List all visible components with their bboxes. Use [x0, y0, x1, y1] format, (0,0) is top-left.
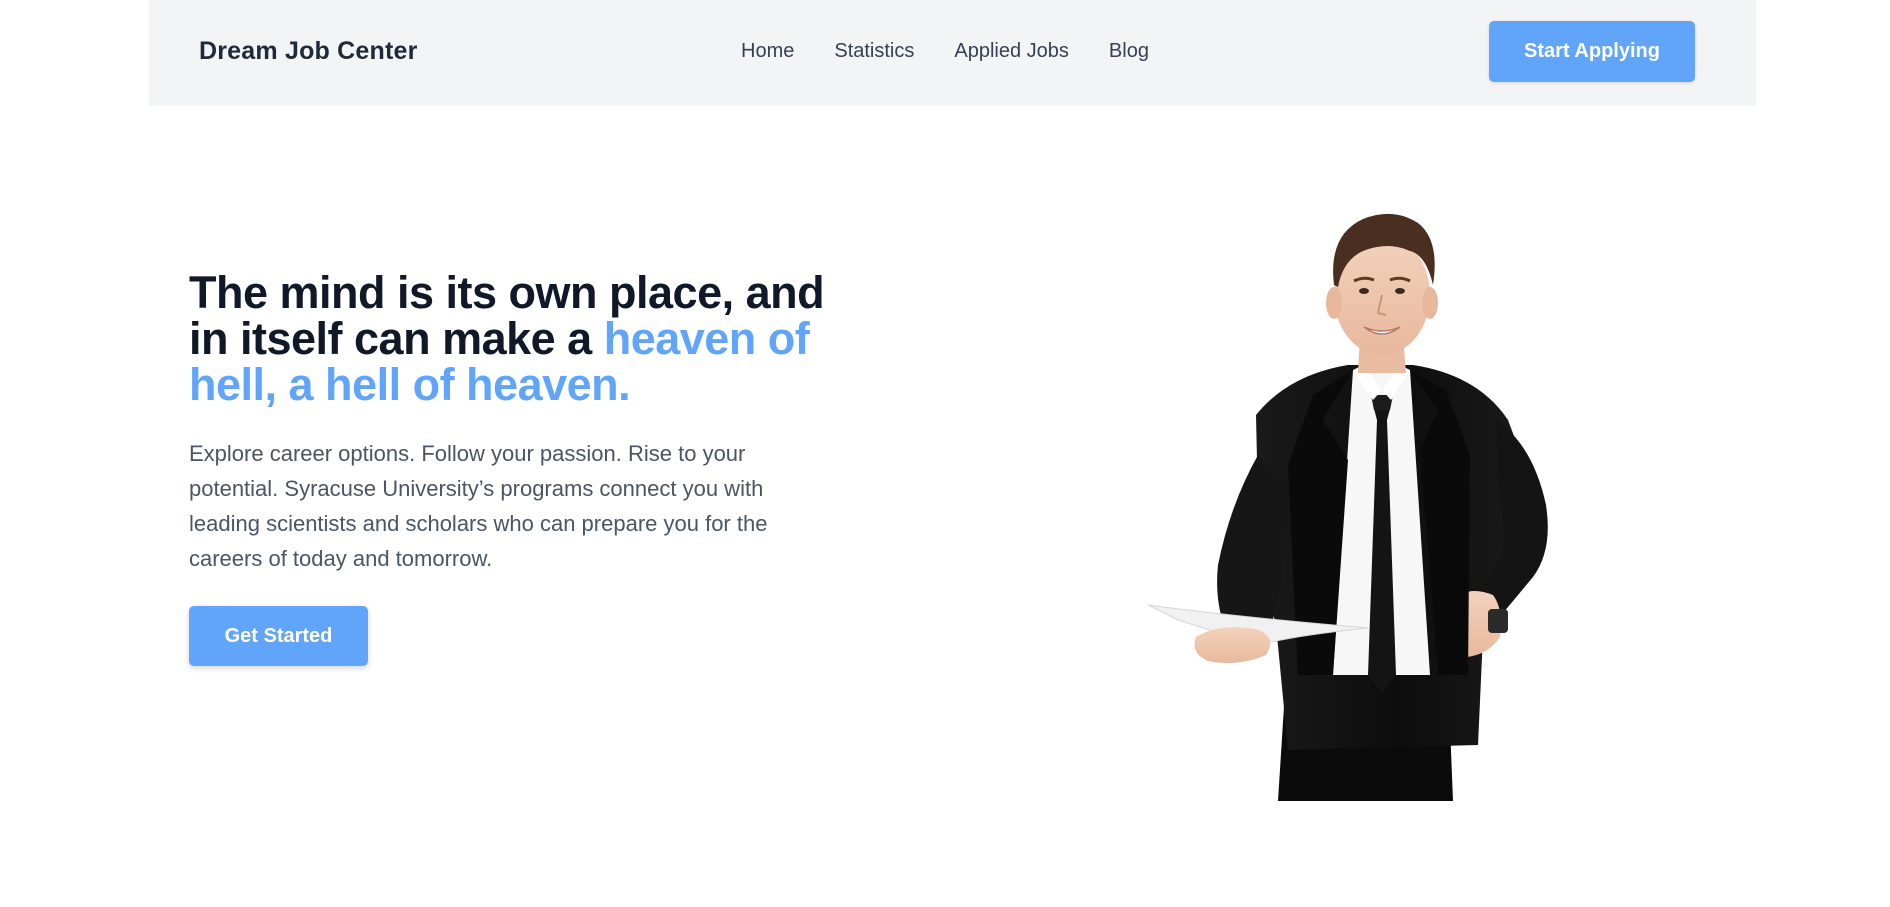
nav-link-blog[interactable]: Blog [1109, 40, 1149, 63]
brand-logo-text[interactable]: Dream Job Center [199, 37, 418, 66]
businessman-image [1147, 205, 1638, 801]
nav-link-statistics[interactable]: Statistics [834, 40, 914, 63]
nav-link-applied-jobs[interactable]: Applied Jobs [954, 40, 1069, 63]
main-nav: Home Statistics Applied Jobs Blog [741, 40, 1149, 63]
start-applying-button[interactable]: Start Applying [1489, 21, 1695, 82]
hero-title: The mind is its own place, and in itself… [189, 270, 829, 408]
nav-link-home[interactable]: Home [741, 40, 794, 63]
hero-description: Explore career options. Follow your pass… [189, 441, 768, 571]
get-started-button[interactable]: Get Started [189, 606, 368, 666]
top-navbar: Dream Job Center Home Statistics Applied… [149, 0, 1756, 106]
